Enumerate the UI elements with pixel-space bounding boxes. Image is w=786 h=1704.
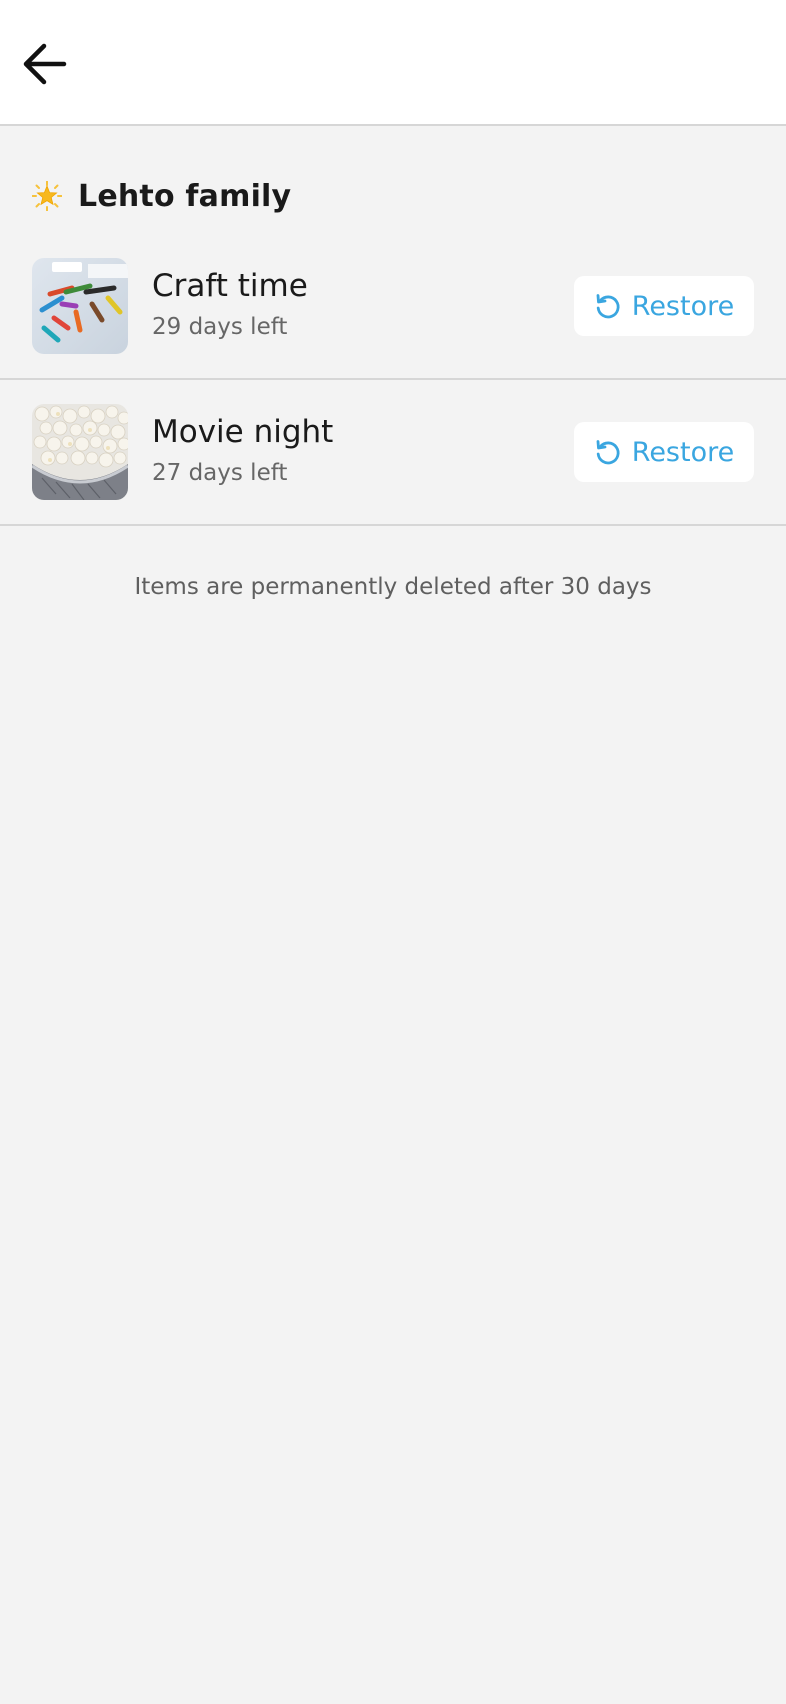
arrow-left-icon xyxy=(23,43,67,85)
crayons-photo xyxy=(32,258,128,354)
app-root: Lehto family Craft time 29 days left Res… xyxy=(0,0,786,1704)
back-button[interactable] xyxy=(14,34,74,94)
group-title: Lehto family xyxy=(78,178,292,214)
deletion-notice: Items are permanently deleted after 30 d… xyxy=(134,574,652,600)
restore-button[interactable]: Restore xyxy=(574,276,754,336)
restore-button[interactable]: Restore xyxy=(574,422,754,482)
list-item: Craft time 29 days left Restore xyxy=(0,234,786,380)
restore-label: Restore xyxy=(631,290,735,322)
popcorn-photo xyxy=(32,404,128,500)
group-header: Lehto family xyxy=(32,172,291,220)
restore-icon xyxy=(594,438,622,466)
top-bar xyxy=(0,0,786,126)
item-title: Craft time xyxy=(152,268,308,304)
star-icon xyxy=(32,181,62,211)
list-item: Movie night 27 days left Restore xyxy=(0,380,786,526)
item-title: Movie night xyxy=(152,414,334,450)
days-left-label: 29 days left xyxy=(152,314,288,340)
restore-icon xyxy=(594,292,622,320)
restore-label: Restore xyxy=(631,436,735,468)
days-left-label: 27 days left xyxy=(152,460,288,486)
